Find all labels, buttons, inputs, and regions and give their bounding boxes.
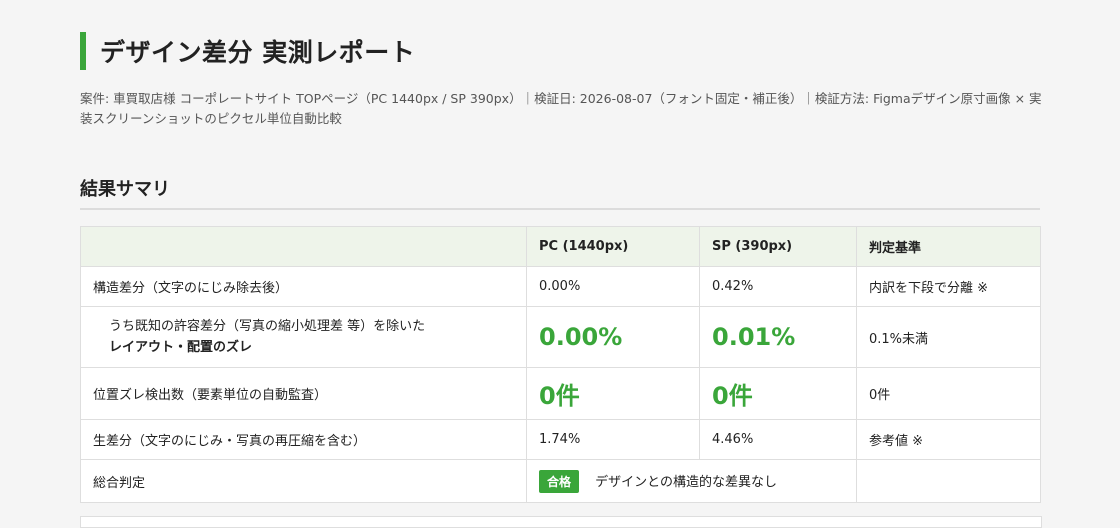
pass-badge: 合格 [539, 469, 580, 493]
pc-highlight-value: 0.00% [539, 323, 623, 351]
report-meta: 案件: 車買取店様 コーポレートサイト TOPページ（PC 1440px / S… [80, 91, 1042, 126]
sp-value: 0件 [699, 367, 857, 420]
title-bar: デザイン差分 実測レポート [80, 32, 415, 70]
verdict-text: デザインとの構造的な差異なし [595, 474, 778, 490]
verdict-cell: 合格 デザインとの構造的な差異なし [526, 459, 857, 503]
page-title: デザイン差分 実測レポート [100, 38, 416, 67]
pc-value: 0.00% [526, 266, 700, 307]
pc-value: 0件 [526, 367, 700, 420]
table-row: うち既知の許容差分（写真の縮小処理差 等）を除いた レイアウト・配置のズレ 0.… [80, 306, 1041, 368]
row-label: 構造差分（文字のにじみ除去後） [80, 266, 527, 307]
row-label: 生差分（文字のにじみ・写真の再圧縮を含む） [80, 419, 527, 460]
sp-highlight-value: 0件 [712, 382, 753, 410]
sp-highlight-value: 0.01% [712, 323, 796, 351]
criteria-value: 内訳を下段で分離 ※ [856, 266, 1041, 307]
header-pc: PC (1440px) [526, 226, 700, 267]
header-sp: SP (390px) [699, 226, 857, 267]
table-row: 総合判定 合格 デザインとの構造的な差異なし [80, 459, 1041, 503]
table-row: 生差分（文字のにじみ・写真の再圧縮を含む） 1.74% 4.46% 参考値 ※ [80, 419, 1041, 460]
table-header-row: PC (1440px) SP (390px) 判定基準 [80, 226, 1041, 267]
row-label-line2: レイアウト・配置のズレ [109, 340, 253, 355]
table-row: 位置ズレ検出数（要素単位の自動監査） 0件 0件 0件 [80, 367, 1041, 420]
pc-highlight-value: 0件 [539, 382, 580, 410]
header-criteria: 判定基準 [856, 226, 1041, 267]
section-title: 結果サマリ [80, 179, 170, 200]
criteria-value [856, 459, 1041, 503]
next-block-edge [80, 516, 1042, 528]
row-label: 位置ズレ検出数（要素単位の自動監査） [80, 367, 527, 420]
row-label-line1: うち既知の許容差分（写真の縮小処理差 等）を除いた [109, 319, 426, 334]
table-row: 構造差分（文字のにじみ除去後） 0.00% 0.42% 内訳を下段で分離 ※ [80, 266, 1041, 307]
section-divider [80, 208, 1040, 210]
criteria-value: 0件 [856, 367, 1041, 420]
sp-value: 4.46% [699, 419, 857, 460]
summary-table: PC (1440px) SP (390px) 判定基準 構造差分（文字のにじみ除… [80, 226, 1041, 503]
pc-value: 1.74% [526, 419, 700, 460]
sp-value: 0.01% [699, 306, 857, 368]
criteria-value: 0.1%未満 [856, 306, 1041, 368]
pc-value: 0.00% [526, 306, 700, 368]
header-empty [80, 226, 527, 267]
report-page: デザイン差分 実測レポート 案件: 車買取店様 コーポレートサイト TOPページ… [0, 0, 1120, 528]
criteria-value: 参考値 ※ [856, 419, 1041, 460]
row-label: 総合判定 [80, 459, 527, 503]
sp-value: 0.42% [699, 266, 857, 307]
row-label: うち既知の許容差分（写真の縮小処理差 等）を除いた レイアウト・配置のズレ [80, 306, 527, 368]
